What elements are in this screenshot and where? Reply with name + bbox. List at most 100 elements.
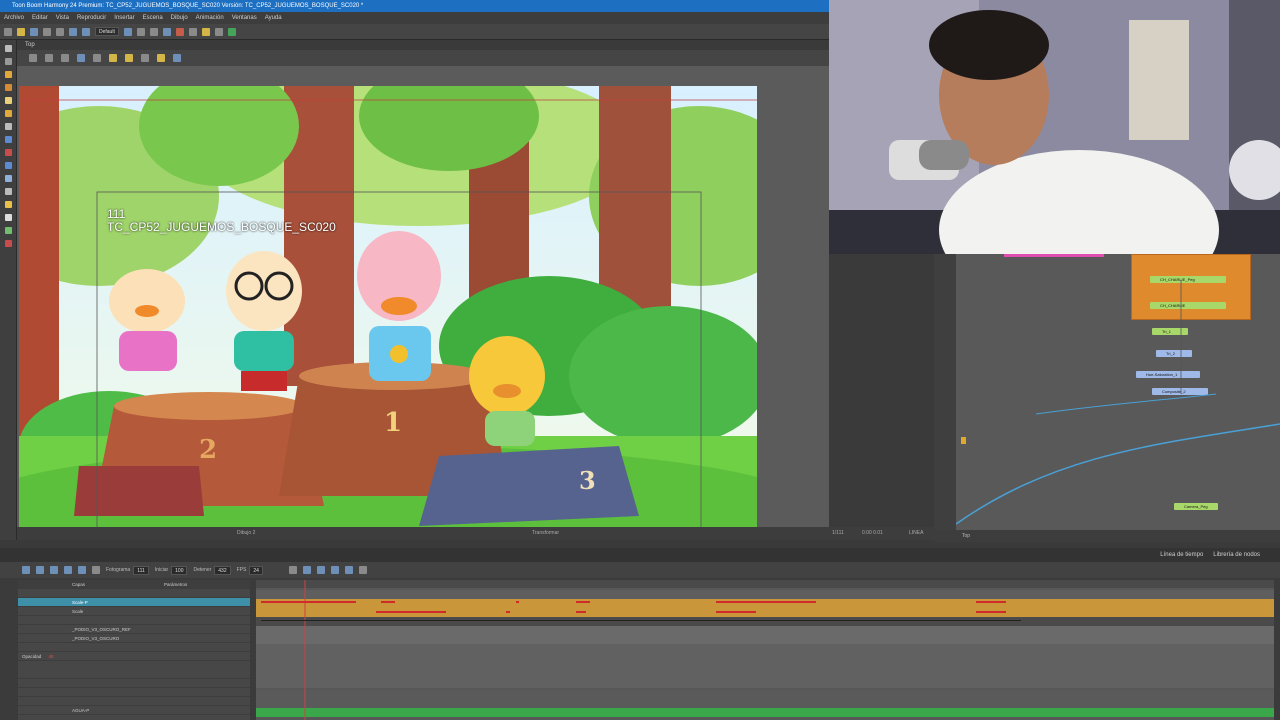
stop-label: Detener — [193, 567, 212, 573]
motion-icon[interactable] — [316, 566, 325, 574]
contour-tool-icon[interactable] — [4, 58, 12, 65]
layer-row[interactable] — [18, 679, 250, 688]
grid-toggle-icon[interactable] — [61, 54, 69, 62]
undo-icon[interactable] — [43, 27, 51, 36]
scene-artwork[interactable]: 2 1 3 — [19, 86, 757, 528]
fit-icon[interactable] — [173, 54, 181, 62]
layout-icon[interactable] — [123, 27, 132, 36]
tab-node-library[interactable]: Librería de nodos — [1213, 548, 1260, 562]
safe-area-icon[interactable] — [77, 54, 85, 62]
frame-input[interactable]: 111 — [133, 565, 149, 575]
composite-icon[interactable] — [162, 27, 171, 36]
menu-animacion[interactable]: Animación — [196, 12, 224, 24]
menu-dibujo[interactable]: Dibujo — [171, 12, 188, 24]
stop-icon[interactable] — [36, 566, 44, 574]
prev-frame-icon[interactable] — [64, 566, 72, 574]
brush-tool-icon[interactable] — [4, 71, 12, 78]
pencil-tool-icon[interactable] — [4, 84, 12, 91]
render-icon[interactable] — [227, 27, 236, 36]
next-frame-icon[interactable] — [78, 566, 86, 574]
character-pink-duck — [109, 269, 185, 371]
deformer-icon[interactable] — [175, 27, 184, 36]
keyframe-add-icon[interactable] — [330, 566, 339, 574]
status-tool: Transformar — [532, 530, 560, 536]
menu-ayuda[interactable]: Ayuda — [265, 12, 282, 24]
opacity-value[interactable]: 40 — [49, 654, 54, 659]
menu-insertar[interactable]: Insertar — [114, 12, 134, 24]
rotate-tool-icon[interactable] — [4, 214, 12, 221]
ease-icon[interactable] — [302, 566, 311, 574]
transform-tool-icon[interactable] — [4, 175, 12, 182]
tab-timeline[interactable]: Línea de tiempo — [1160, 548, 1203, 562]
paint-tool-icon[interactable] — [4, 110, 12, 117]
loop-icon[interactable] — [50, 566, 58, 574]
brush-preview-icon[interactable] — [141, 54, 149, 62]
start-input[interactable]: 100 — [171, 565, 188, 575]
timeline-panel: Línea de tiempo Librería de nodos Fotogr… — [0, 548, 1280, 720]
layer-row[interactable] — [18, 697, 250, 706]
onion-icon[interactable] — [125, 54, 133, 62]
layer-row-selected[interactable]: Scale-P — [18, 598, 250, 607]
pointer-icon[interactable] — [29, 54, 37, 62]
light-table-icon[interactable] — [201, 27, 210, 36]
layer-row[interactable] — [18, 670, 250, 679]
menu-editar[interactable]: Editar — [32, 12, 48, 24]
reposition-tool-icon[interactable] — [4, 240, 12, 247]
select-tool-icon[interactable] — [4, 45, 12, 52]
menu-escena[interactable]: Escena — [143, 12, 163, 24]
peg-icon[interactable] — [136, 27, 145, 36]
layer-row[interactable]: _PODIO_V3_OSCURO_REF — [18, 625, 250, 634]
layer-row[interactable] — [18, 616, 250, 625]
key-icon[interactable] — [288, 566, 297, 574]
zoom-tool-icon[interactable] — [4, 201, 12, 208]
layer-row[interactable]: AGUA-P — [18, 706, 250, 715]
layer-row[interactable] — [18, 643, 250, 652]
fps-input[interactable]: 24 — [249, 565, 263, 575]
redo-icon[interactable] — [56, 27, 64, 36]
opacity-label: Opacidad — [22, 654, 42, 659]
menu-archivo[interactable]: Archivo — [4, 12, 24, 24]
cut-icon[interactable] — [69, 27, 77, 36]
timeline-settings-icon[interactable] — [358, 566, 367, 574]
layer-row[interactable]: _PODIO_V3_OSCURO — [18, 634, 250, 643]
pivot-tool-icon[interactable] — [4, 227, 12, 234]
svg-text:1: 1 — [384, 408, 402, 438]
eraser-tool-icon[interactable] — [4, 97, 12, 104]
keyframes — [261, 580, 1021, 720]
layer-row[interactable] — [18, 688, 250, 697]
node-icon[interactable] — [149, 27, 158, 36]
text-tool-icon[interactable] — [4, 123, 12, 130]
timeline-tabs: Línea de tiempo Librería de nodos — [0, 548, 1280, 562]
node-view[interactable]: CH_CHARLIE_Peg CH_CHARLIE Tri_1 Tri_2 Hu… — [934, 254, 1280, 542]
menu-vista[interactable]: Vista — [56, 12, 69, 24]
grid-icon[interactable] — [188, 27, 197, 36]
onion-skin-icon[interactable] — [214, 27, 223, 36]
light-icon[interactable] — [109, 54, 117, 62]
camera-status-bar: Dibujo 2 Transformar 1/111 0.00 0.01 LIN… — [17, 527, 934, 540]
stop-field: Detener 432 — [193, 565, 231, 575]
menu-reproducir[interactable]: Reproducir — [77, 12, 106, 24]
new-icon[interactable] — [4, 27, 12, 36]
mask-icon[interactable] — [93, 54, 101, 62]
workspace-select[interactable]: Default — [95, 27, 119, 36]
play-icon[interactable] — [22, 566, 30, 574]
camera-view[interactable]: Top 2 1 3 111 TC_CP52_JUGUEMOS_BOSQUE_SC… — [17, 40, 934, 540]
timeline-tracks[interactable] — [256, 580, 1274, 720]
settings-icon[interactable] — [45, 54, 53, 62]
save-icon[interactable] — [30, 27, 38, 36]
layer-row[interactable]: Scale — [18, 607, 250, 616]
dropper-tool-icon[interactable] — [4, 149, 12, 156]
keyframe-remove-icon[interactable] — [344, 566, 353, 574]
sound-icon[interactable] — [92, 566, 100, 574]
menu-ventanas[interactable]: Ventanas — [232, 12, 257, 24]
open-icon[interactable] — [17, 27, 25, 36]
hand-tool-icon[interactable] — [4, 188, 12, 195]
params-column-label: Parámetros — [164, 582, 188, 587]
copy-icon[interactable] — [82, 27, 90, 36]
shape-tool-icon[interactable] — [4, 136, 12, 143]
camera-tab[interactable]: Top — [17, 40, 829, 50]
layer-row[interactable] — [18, 589, 250, 598]
stop-input[interactable]: 432 — [214, 565, 231, 575]
color-icon[interactable] — [157, 54, 165, 62]
cutter-tool-icon[interactable] — [4, 162, 12, 169]
